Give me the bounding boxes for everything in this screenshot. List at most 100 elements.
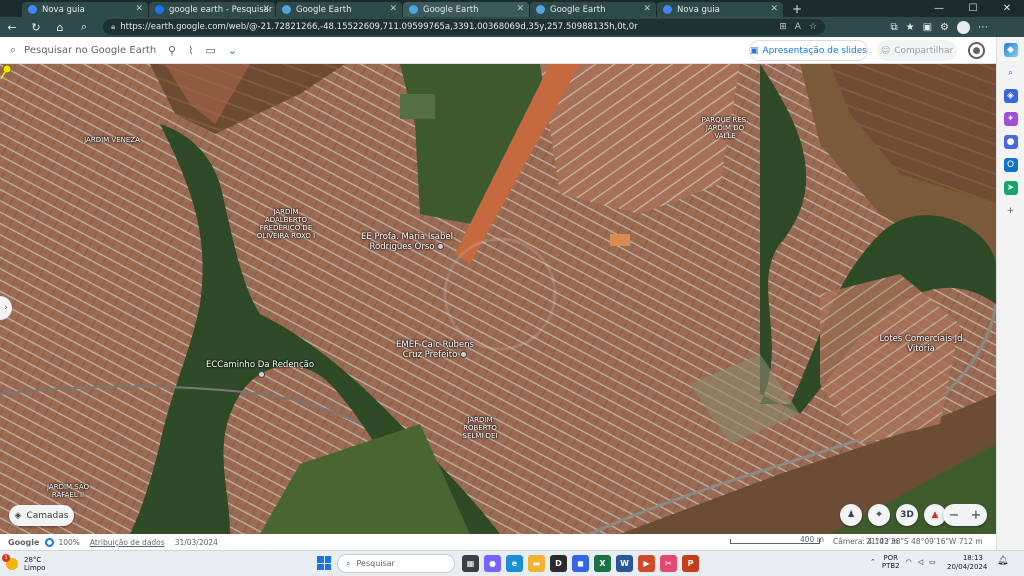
extensions-icon[interactable]: ⚙	[940, 22, 949, 33]
read-aloud-icon[interactable]: A	[795, 22, 801, 32]
copilot-icon[interactable]: ◆	[1003, 43, 1018, 57]
poi-label[interactable]: Lotes Comerciais Jd Vitória	[866, 334, 976, 354]
zoom-out-icon[interactable]: −	[949, 508, 960, 523]
close-icon[interactable]: ✕	[389, 4, 397, 14]
favorites-icon[interactable]: ★	[906, 22, 915, 33]
zoom-in-icon[interactable]: +	[971, 508, 982, 523]
chat-icon[interactable]: ●	[484, 555, 501, 572]
address-bar[interactable]: 🔒︎ https://earth.google.com/web/@-21.728…	[103, 19, 825, 35]
close-icon[interactable]: ✕	[643, 4, 651, 14]
chevron-down-icon[interactable]: ⌄	[228, 44, 237, 57]
poi-label[interactable]: ECCaminho Da Redenção	[205, 360, 315, 380]
word-icon[interactable]: W	[616, 555, 633, 572]
volume-icon[interactable]: ◁	[918, 558, 923, 566]
map-controls: ♟ ⌖ 3D ▲	[840, 504, 946, 526]
system-tray: ⌃ POR PTB2 ◠ ◁ ▭	[870, 554, 936, 570]
notification-badge: 1	[2, 553, 10, 562]
neighborhood-label: PARQUE RES. JARDIM DO VALLE	[701, 116, 749, 140]
tab-favicon-icon	[663, 5, 672, 14]
add-icon[interactable]: +	[1004, 204, 1018, 218]
dell-icon[interactable]: D	[550, 555, 567, 572]
path-icon[interactable]: ⌇	[188, 44, 193, 57]
close-icon[interactable]: ✕	[516, 4, 524, 14]
wifi-icon[interactable]: ◠	[906, 558, 912, 566]
star-icon[interactable]: ☆	[809, 22, 817, 32]
data-attribution-link[interactable]: Atribuição de dados	[90, 538, 165, 547]
file-explorer-icon[interactable]: ▬	[528, 555, 545, 572]
start-button[interactable]	[317, 556, 331, 570]
games-icon[interactable]: ●	[1003, 135, 1018, 149]
tab-favicon-icon	[409, 5, 418, 14]
toggle-3d-button[interactable]: 3D	[896, 504, 918, 526]
close-icon[interactable]: ✕	[135, 4, 143, 14]
powerpoint-icon[interactable]: P	[682, 555, 699, 572]
taskbar-search[interactable]: ⌕ Pesquisar	[337, 554, 455, 573]
browser-tab[interactable]: google earth - Pesquisar ✕	[149, 2, 275, 17]
media-icon[interactable]: ▶	[638, 555, 655, 572]
tab-favicon-icon	[536, 5, 545, 14]
home-icon[interactable]: ⌂	[48, 21, 72, 34]
battery-icon[interactable]: ▭	[929, 558, 936, 566]
profile-avatar[interactable]	[957, 20, 970, 34]
task-view-icon[interactable]: ▦	[462, 555, 479, 572]
weather-condition: Limpo	[24, 563, 46, 572]
split-screen-icon[interactable]: ⧉	[890, 22, 897, 33]
poi-label[interactable]: EE Profa. Maria Isabel Rodrigues Orso	[352, 232, 462, 252]
send-icon[interactable]: ➤	[1003, 181, 1018, 195]
outlook-icon[interactable]: O	[1003, 158, 1018, 172]
close-icon[interactable]: ✕	[262, 4, 270, 14]
account-icon[interactable]: ●	[968, 42, 985, 59]
edge-sidebar: ◆ ⌕ ◈ ✦ ● O ➤ +	[996, 37, 1024, 550]
poi-label[interactable]: EMEF Caic Rubens Cruz Prefeito	[390, 340, 480, 360]
browser-tab-active[interactable]: Google Earth ✕	[403, 2, 529, 17]
reload-icon[interactable]: ↻	[24, 21, 48, 34]
neighborhood-label: JARDIM ADALBERTO FREDERICO DE OLIVEIRA R…	[256, 208, 316, 240]
input-language[interactable]: POR PTB2	[882, 554, 900, 570]
earth-map-viewport[interactable]: JARDIM VENEZA JARDIM ADALBERTO FREDERICO…	[0, 64, 996, 534]
weather-widget[interactable]: 1 28°C Limpo	[0, 553, 180, 572]
maximize-icon[interactable]: ☐	[956, 0, 990, 17]
search-icon[interactable]: ⌕	[72, 20, 96, 34]
satellite-imagery	[0, 64, 996, 534]
browser-tab[interactable]: Nova guia ✕	[22, 2, 148, 17]
yellow-pushpin-icon[interactable]	[0, 64, 12, 80]
close-window-icon[interactable]: ✕	[990, 0, 1024, 17]
scale-label: 400 m	[800, 535, 825, 544]
shopping-icon[interactable]: ◈	[1003, 89, 1018, 103]
edge-icon[interactable]: e	[506, 555, 523, 572]
search-icon[interactable]: ⌕	[1004, 66, 1018, 80]
more-icon[interactable]: ⋯	[978, 22, 988, 33]
slideshow-label: Apresentação de slides	[762, 45, 867, 56]
store-icon[interactable]: ◼	[572, 555, 589, 572]
close-icon[interactable]: ✕	[770, 4, 778, 14]
browser-tab[interactable]: Google Earth ✕	[276, 2, 402, 17]
search-icon: ⌕	[10, 43, 17, 56]
earth-search-box[interactable]: ⌕ Pesquisar no Google Earth	[0, 43, 160, 57]
school-pin-icon	[437, 243, 445, 250]
earth-status-bar: Google 100% Atribuição de dados 31/03/20…	[0, 534, 996, 550]
notification-bell-icon[interactable]: 🔔︎	[997, 556, 1011, 570]
browser-tab-strip: Nova guia ✕ google earth - Pesquisar ✕ Goo…	[0, 0, 1024, 17]
my-location-icon[interactable]: ⌖	[868, 504, 890, 526]
layers-label: Camadas	[26, 510, 69, 521]
excel-icon[interactable]: X	[594, 555, 611, 572]
slideshow-button[interactable]: ▣ Apresentação de slides	[749, 40, 868, 61]
collections-icon[interactable]: ▣	[923, 22, 932, 33]
chevron-up-icon[interactable]: ⌃	[870, 558, 876, 566]
minimize-icon[interactable]: —	[922, 0, 956, 17]
taskbar-clock[interactable]: 18:13 20/04/2024	[947, 554, 987, 572]
share-button[interactable]: ☺ Compartilhar	[877, 40, 957, 61]
browser-tab[interactable]: Nova guia ✕	[657, 2, 783, 17]
browser-tab[interactable]: Google Earth ✕	[530, 2, 656, 17]
layers-button[interactable]: ◈ Camadas	[9, 505, 74, 526]
new-tab-button[interactable]: +	[784, 2, 810, 17]
ruler-icon[interactable]: ▭	[205, 44, 215, 57]
tools-icon[interactable]: ✦	[1003, 112, 1018, 126]
snipping-icon[interactable]: ✂	[660, 555, 677, 572]
place-marker-icon[interactable]: ⚲	[168, 44, 176, 57]
back-icon[interactable]: ←	[0, 21, 24, 34]
pegman-icon[interactable]: ♟	[840, 504, 862, 526]
tab-favicon-icon	[155, 5, 164, 14]
earth-search-placeholder: Pesquisar no Google Earth	[24, 44, 157, 56]
apps-icon[interactable]: ⊞	[779, 22, 787, 32]
